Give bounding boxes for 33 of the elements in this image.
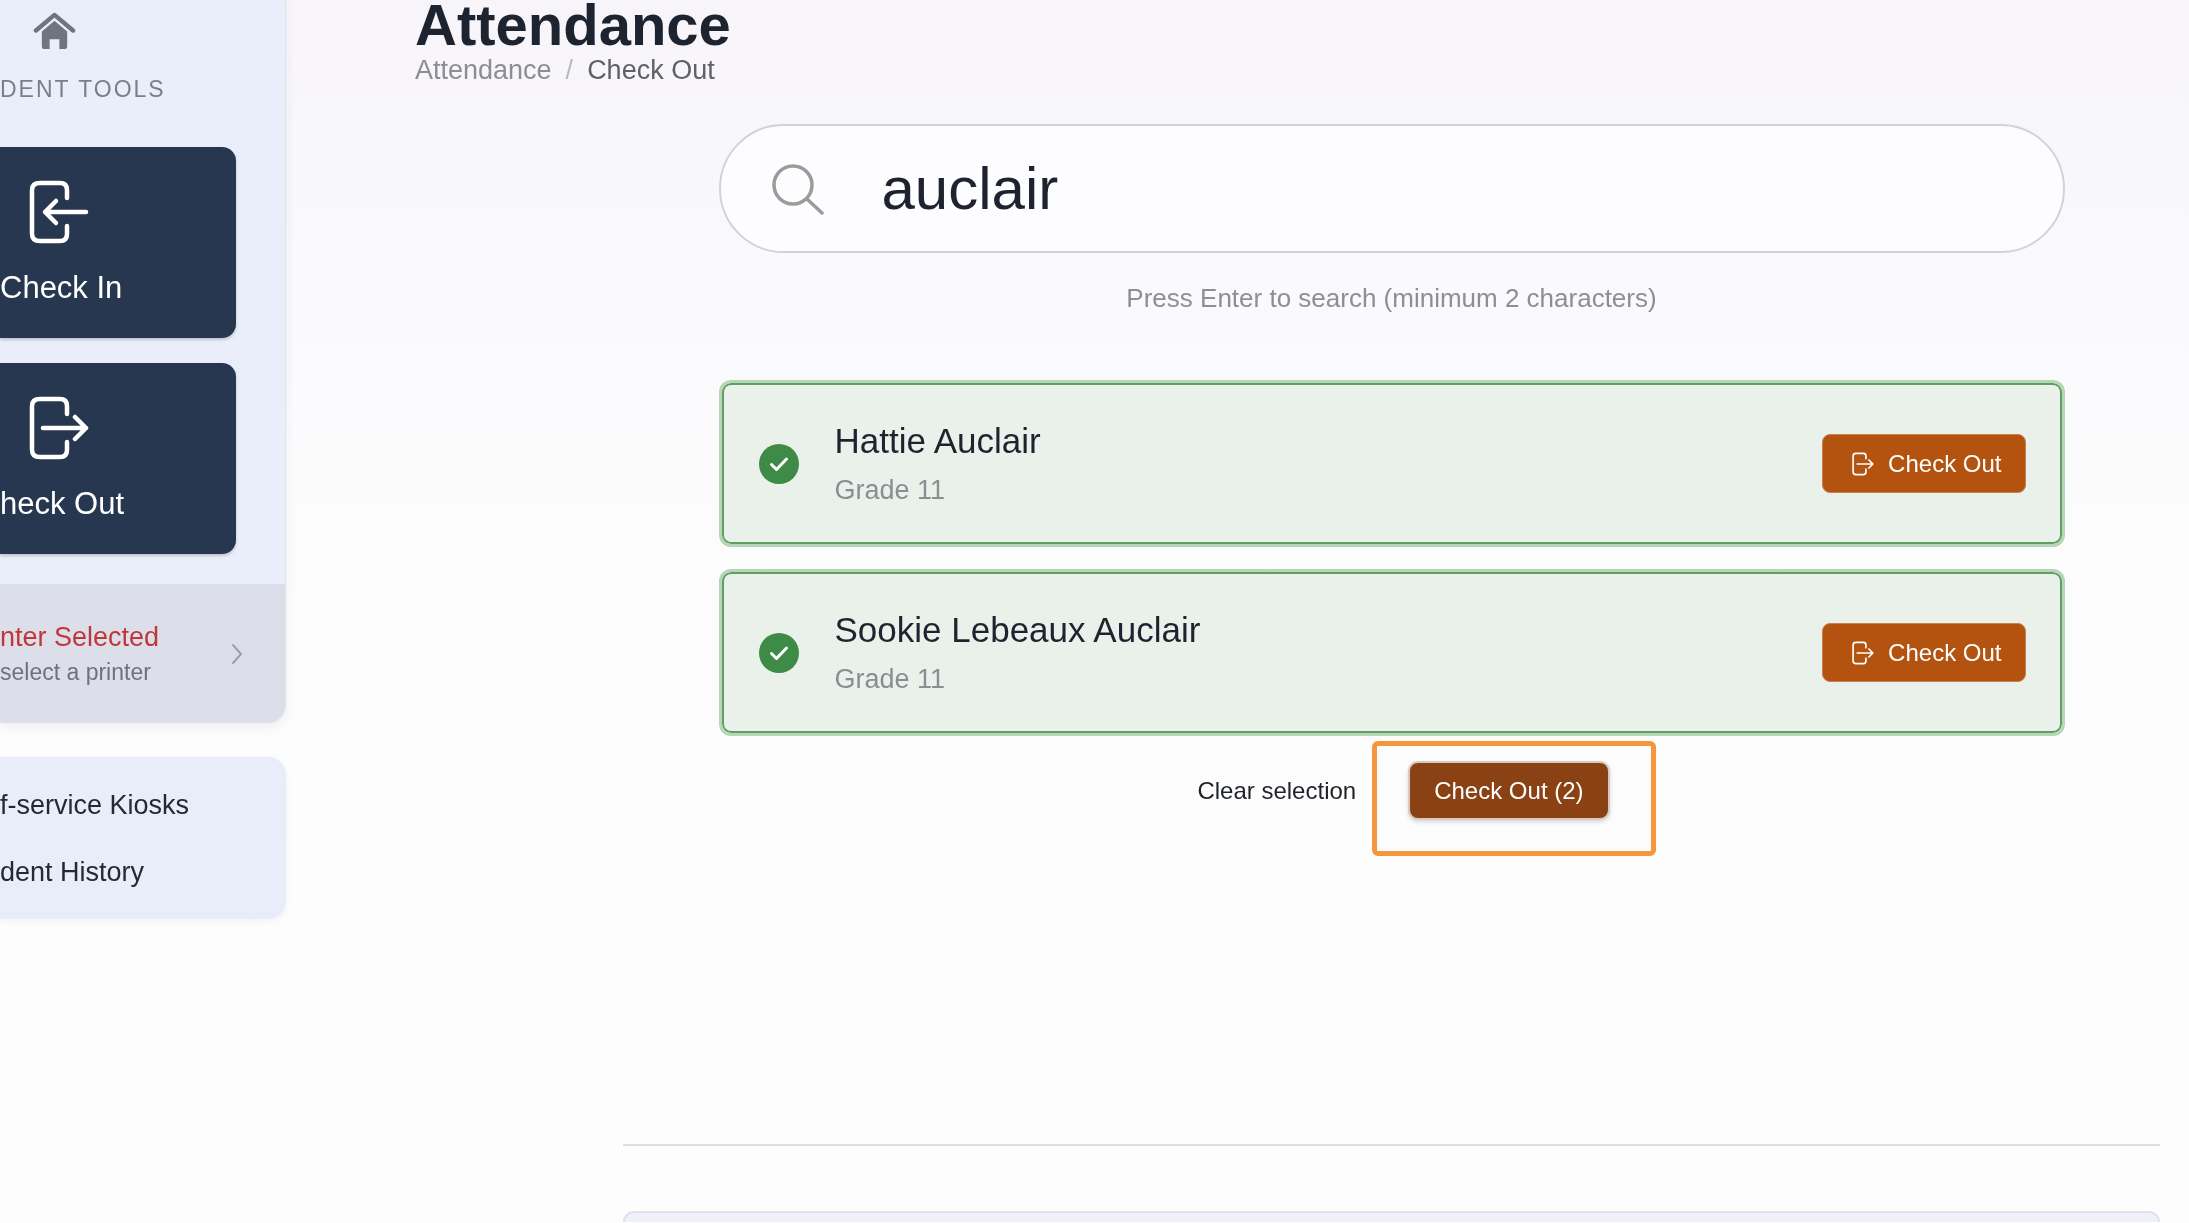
section-heading: DENT TOOLS — [0, 75, 167, 103]
home-icon[interactable] — [33, 12, 76, 51]
printer-hint: select a printer — [0, 658, 152, 686]
breadcrumb-current: Check Out — [587, 54, 715, 86]
student-name: Hattie Auclair — [834, 420, 1041, 462]
breadcrumb-separator: / — [565, 54, 574, 86]
student-grade: Grade 11 — [834, 663, 946, 696]
search-input[interactable]: auclair — [881, 152, 2003, 225]
check-out-button[interactable]: Check Out — [1822, 623, 2026, 682]
page-title: Attendance — [415, 0, 731, 54]
search-hint: Press Enter to search (minimum 2 characters) — [1125, 282, 1658, 314]
printer-card[interactable]: nter Selected select a printer — [0, 584, 285, 723]
check-circle-icon[interactable] — [758, 443, 799, 484]
result-card[interactable]: Sookie Lebeaux Auclair Grade 11 Check Out — [718, 569, 2065, 736]
sidebar-link[interactable]: dent History — [0, 855, 145, 889]
result-card[interactable]: Hattie Auclair Grade 11 Check Out — [718, 380, 2065, 547]
search-icon — [770, 162, 825, 215]
chevron-right-icon — [231, 642, 243, 665]
search-field[interactable]: auclair — [718, 124, 2065, 253]
sign-in-icon — [29, 180, 89, 244]
check-out-selected-button[interactable]: Check Out (2) — [1408, 761, 1610, 820]
check-out-button[interactable]: Check Out — [1822, 434, 2026, 493]
printer-status: nter Selected — [0, 621, 160, 653]
sign-out-icon — [1852, 451, 1875, 476]
tool-button[interactable]: heck Out — [0, 363, 236, 554]
tool-button[interactable]: Check In — [0, 147, 236, 338]
sign-out-icon — [29, 396, 89, 460]
clear-selection-button[interactable]: Clear selection — [1197, 776, 1357, 806]
sign-out-icon — [1852, 640, 1875, 665]
check-circle-icon[interactable] — [758, 632, 799, 673]
student-grade: Grade 11 — [834, 474, 946, 507]
sidebar-link[interactable]: f-service Kiosks — [0, 788, 190, 822]
student-name: Sookie Lebeaux Auclair — [834, 609, 1201, 651]
